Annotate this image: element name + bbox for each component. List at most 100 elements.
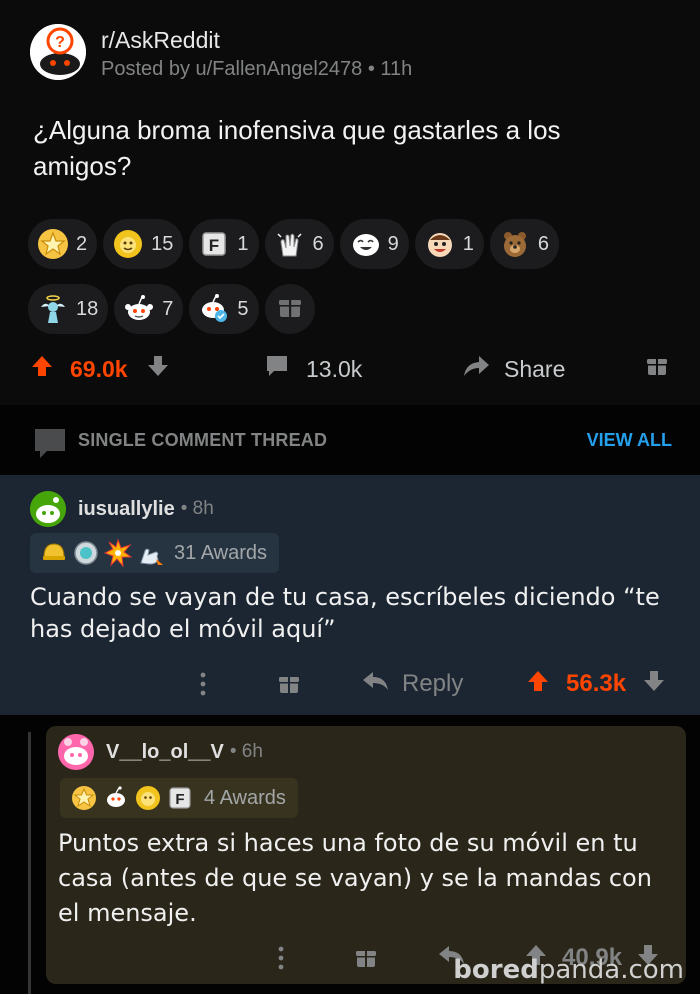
comment-author[interactable]: iusuallylie bbox=[78, 498, 175, 521]
award-chip[interactable]: 2 bbox=[28, 219, 98, 269]
snoo-silver-award-icon bbox=[102, 784, 130, 812]
comment: iusuallylie • 8h 31 Awards Cuando se vay… bbox=[0, 475, 700, 715]
more-options-icon[interactable] bbox=[276, 938, 286, 978]
awards-count-text: 4 Awards bbox=[204, 786, 286, 809]
comment-author[interactable]: V__lo_ol__V bbox=[106, 741, 224, 764]
comment-body: Cuando se vayan de tu casa, escríbeles d… bbox=[30, 583, 660, 643]
svg-text:F: F bbox=[209, 236, 219, 255]
subreddit-name[interactable]: r/AskReddit bbox=[101, 26, 412, 54]
post-meta[interactable]: Posted by u/FallenAngel2478 • 11h bbox=[101, 54, 412, 84]
award-button[interactable] bbox=[645, 352, 669, 386]
award-count: 15 bbox=[151, 232, 174, 255]
award-chip[interactable]: 6 bbox=[264, 219, 334, 269]
comment-time: • 6h bbox=[229, 741, 263, 762]
post-action-bar: 69.0k 13.0k Share bbox=[0, 340, 700, 400]
post-header: ? r/AskReddit Posted by u/FallenAngel247… bbox=[30, 24, 412, 84]
give-award-button[interactable] bbox=[264, 284, 315, 334]
award-count: 18 bbox=[76, 297, 99, 320]
award-count: 6 bbox=[312, 232, 324, 255]
award-count: 6 bbox=[537, 232, 549, 255]
bear-award-icon bbox=[498, 227, 532, 261]
laughing-face-award-icon bbox=[348, 227, 382, 261]
gift-icon bbox=[277, 294, 303, 325]
silver-medal-award-icon bbox=[72, 539, 100, 567]
award-chip[interactable]: 15 bbox=[103, 219, 184, 269]
award-chip[interactable]: 9 bbox=[339, 219, 409, 269]
more-options-icon[interactable] bbox=[198, 664, 208, 704]
helpful-lion-award-icon bbox=[111, 227, 145, 261]
award-count: 5 bbox=[237, 297, 249, 320]
rocket-like-award-icon bbox=[136, 539, 164, 567]
share-label: Share bbox=[504, 355, 566, 382]
share-arrow-icon bbox=[462, 353, 490, 385]
upvote-arrow-icon[interactable] bbox=[30, 354, 54, 384]
gold-star-award-icon bbox=[70, 784, 98, 812]
awards-count-text: 31 Awards bbox=[174, 541, 268, 564]
award-chip[interactable]: 6 bbox=[489, 219, 559, 269]
svg-text:?: ? bbox=[55, 34, 65, 51]
post-card: ? r/AskReddit Posted by u/FallenAngel247… bbox=[0, 0, 700, 405]
award-count: 1 bbox=[462, 232, 474, 255]
snoo-silver-award-icon bbox=[122, 292, 156, 326]
award-chip[interactable]: 18 bbox=[28, 284, 109, 334]
gift-icon[interactable] bbox=[277, 664, 301, 704]
user-snoo-icon bbox=[30, 491, 66, 527]
comment-header: V__lo_ol__V • 6h bbox=[58, 734, 263, 770]
gift-icon bbox=[645, 354, 669, 384]
clapping-hands-award-icon bbox=[273, 227, 307, 261]
post-score: 69.0k bbox=[70, 355, 128, 382]
user-snoo-icon bbox=[58, 734, 94, 770]
share-button[interactable]: Share bbox=[462, 352, 565, 386]
reply-button[interactable]: Reply bbox=[362, 664, 463, 704]
askreddit-snoo-icon: ? bbox=[30, 24, 86, 80]
award-count: 1 bbox=[237, 232, 249, 255]
comment-actions: Reply 56.3k bbox=[0, 664, 700, 704]
comment-bubble-icon bbox=[33, 427, 67, 466]
comment-body: Puntos extra si haces una foto de su móv… bbox=[58, 829, 652, 927]
award-chip[interactable]: 5 bbox=[189, 284, 259, 334]
comments-button[interactable]: 13.0k bbox=[264, 352, 362, 386]
downvote-arrow-icon[interactable] bbox=[642, 669, 666, 700]
thread-banner-label: SINGLE COMMENT THREAD bbox=[78, 430, 328, 450]
wholesome-face-award-icon bbox=[423, 227, 457, 261]
press-f-award-icon: F bbox=[197, 227, 231, 261]
award-chip[interactable]: 7 bbox=[114, 284, 184, 334]
angel-award-icon bbox=[36, 292, 70, 326]
awards-row: 18 7 5 bbox=[28, 284, 321, 334]
comment-bubble-icon bbox=[264, 353, 290, 385]
helpful-lion-award-icon bbox=[134, 784, 162, 812]
single-comment-thread-banner: SINGLE COMMENT THREAD VIEW ALL bbox=[0, 405, 700, 475]
award-count: 2 bbox=[76, 232, 88, 255]
downvote-arrow-icon[interactable] bbox=[146, 354, 170, 384]
reply-arrow-icon bbox=[362, 669, 390, 700]
reply-label: Reply bbox=[402, 670, 464, 697]
upvote-group: 69.0k bbox=[30, 352, 170, 386]
comment-time: • 8h bbox=[180, 498, 214, 519]
comment-awards[interactable]: F 4 Awards bbox=[60, 778, 298, 818]
award-count: 7 bbox=[162, 297, 174, 320]
gold-star-award-icon bbox=[36, 227, 70, 261]
thread-line[interactable] bbox=[28, 732, 31, 994]
award-chip[interactable]: 1 bbox=[414, 219, 484, 269]
avatar[interactable] bbox=[30, 491, 66, 527]
award-chip[interactable]: F 1 bbox=[189, 219, 259, 269]
view-all-link[interactable]: VIEW ALL bbox=[587, 430, 672, 451]
vote-group: 56.3k bbox=[526, 664, 666, 704]
comment-awards[interactable]: 31 Awards bbox=[30, 533, 280, 573]
comments-count: 13.0k bbox=[306, 355, 363, 382]
avatar[interactable] bbox=[58, 734, 94, 770]
award-count: 9 bbox=[387, 232, 399, 255]
subreddit-avatar[interactable]: ? bbox=[30, 24, 86, 80]
post-title[interactable]: ¿Alguna broma inofensiva que gastarles a… bbox=[33, 112, 653, 184]
boredpanda-watermark: boredpanda.com bbox=[453, 955, 684, 985]
comment-header: iusuallylie • 8h bbox=[30, 491, 214, 527]
gift-icon[interactable] bbox=[354, 938, 378, 978]
svg-text:F: F bbox=[175, 791, 184, 808]
snoo-helpful-award-icon bbox=[197, 292, 231, 326]
explosion-award-icon bbox=[104, 539, 132, 567]
comment: V__lo_ol__V • 6h F 4 Awards Puntos extra… bbox=[46, 726, 686, 984]
helmet-award-icon bbox=[40, 539, 68, 567]
comment-score: 56.3k bbox=[566, 670, 627, 697]
upvote-arrow-icon[interactable] bbox=[526, 669, 550, 700]
press-f-award-icon: F bbox=[166, 784, 194, 812]
